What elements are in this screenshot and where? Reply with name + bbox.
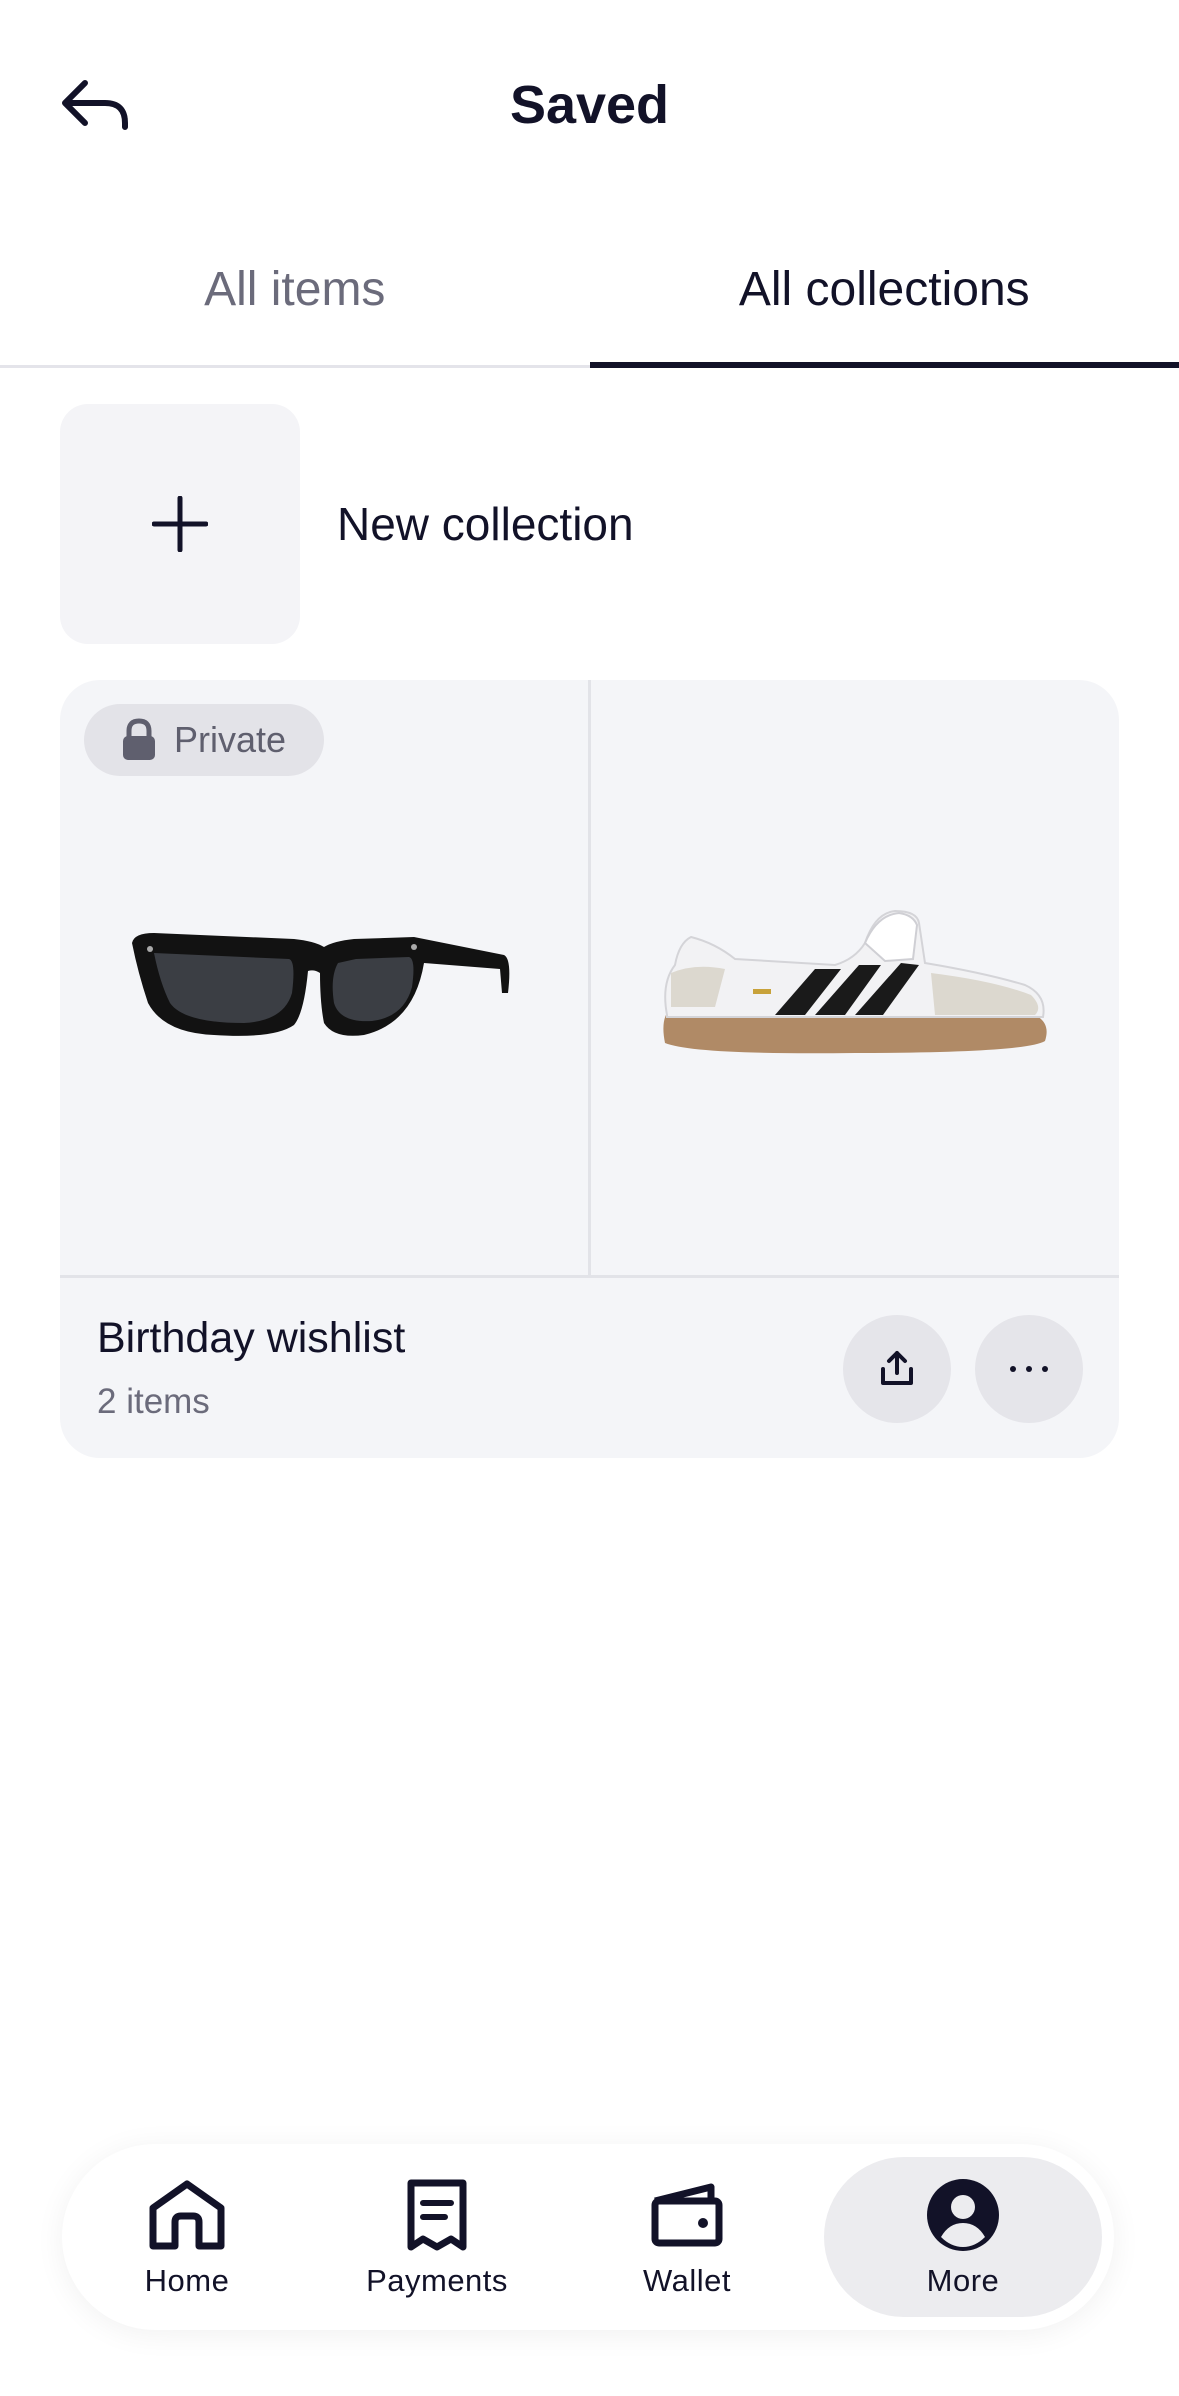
sneaker-image xyxy=(663,909,1047,1053)
new-collection-label: New collection xyxy=(337,498,634,550)
plus-icon xyxy=(152,496,208,552)
collection-name: Birthday wishlist xyxy=(97,1314,406,1362)
nav-more-label: More xyxy=(926,2263,1000,2298)
nav-wallet[interactable]: Wallet xyxy=(562,2157,812,2317)
account-icon xyxy=(927,2179,999,2251)
receipt-icon xyxy=(407,2179,467,2251)
collection-images: Private xyxy=(60,680,1119,1278)
bottom-navigation: Home Payments Wallet More xyxy=(62,2144,1114,2330)
collection-footer: Birthday wishlist 2 items xyxy=(60,1278,1119,1458)
new-collection-button[interactable]: New collection xyxy=(60,404,634,644)
nav-home[interactable]: Home xyxy=(62,2157,312,2317)
tab-all-collections[interactable]: All collections xyxy=(589,240,1179,368)
more-options-button[interactable] xyxy=(975,1315,1083,1423)
home-icon xyxy=(149,2180,225,2250)
share-icon xyxy=(881,1351,913,1385)
tab-all-items[interactable]: All items xyxy=(0,240,590,365)
ellipsis-icon xyxy=(1010,1366,1048,1372)
collection-count: 2 items xyxy=(97,1382,210,1421)
wallet-icon xyxy=(651,2183,723,2247)
collection-image-sneaker xyxy=(591,680,1119,1275)
nav-payments-label: Payments xyxy=(366,2263,508,2298)
lock-icon xyxy=(123,718,155,760)
nav-more[interactable]: More xyxy=(824,2157,1102,2317)
collection-image-sunglasses: Private xyxy=(60,680,591,1275)
page-title: Saved xyxy=(509,75,670,135)
collection-card[interactable]: Private Birthday wishlist 2 items xyxy=(60,680,1119,1458)
nav-payments[interactable]: Payments xyxy=(312,2157,562,2317)
sunglasses-image xyxy=(132,932,510,1036)
share-button[interactable] xyxy=(843,1315,951,1423)
private-badge: Private xyxy=(84,704,325,776)
private-badge-label: Private xyxy=(174,719,287,760)
nav-wallet-label: Wallet xyxy=(643,2263,731,2298)
nav-home-label: Home xyxy=(144,2263,230,2298)
new-collection-tile[interactable] xyxy=(60,404,300,644)
tab-bar: All items All collections xyxy=(0,240,1179,368)
header: Saved xyxy=(0,0,1179,210)
